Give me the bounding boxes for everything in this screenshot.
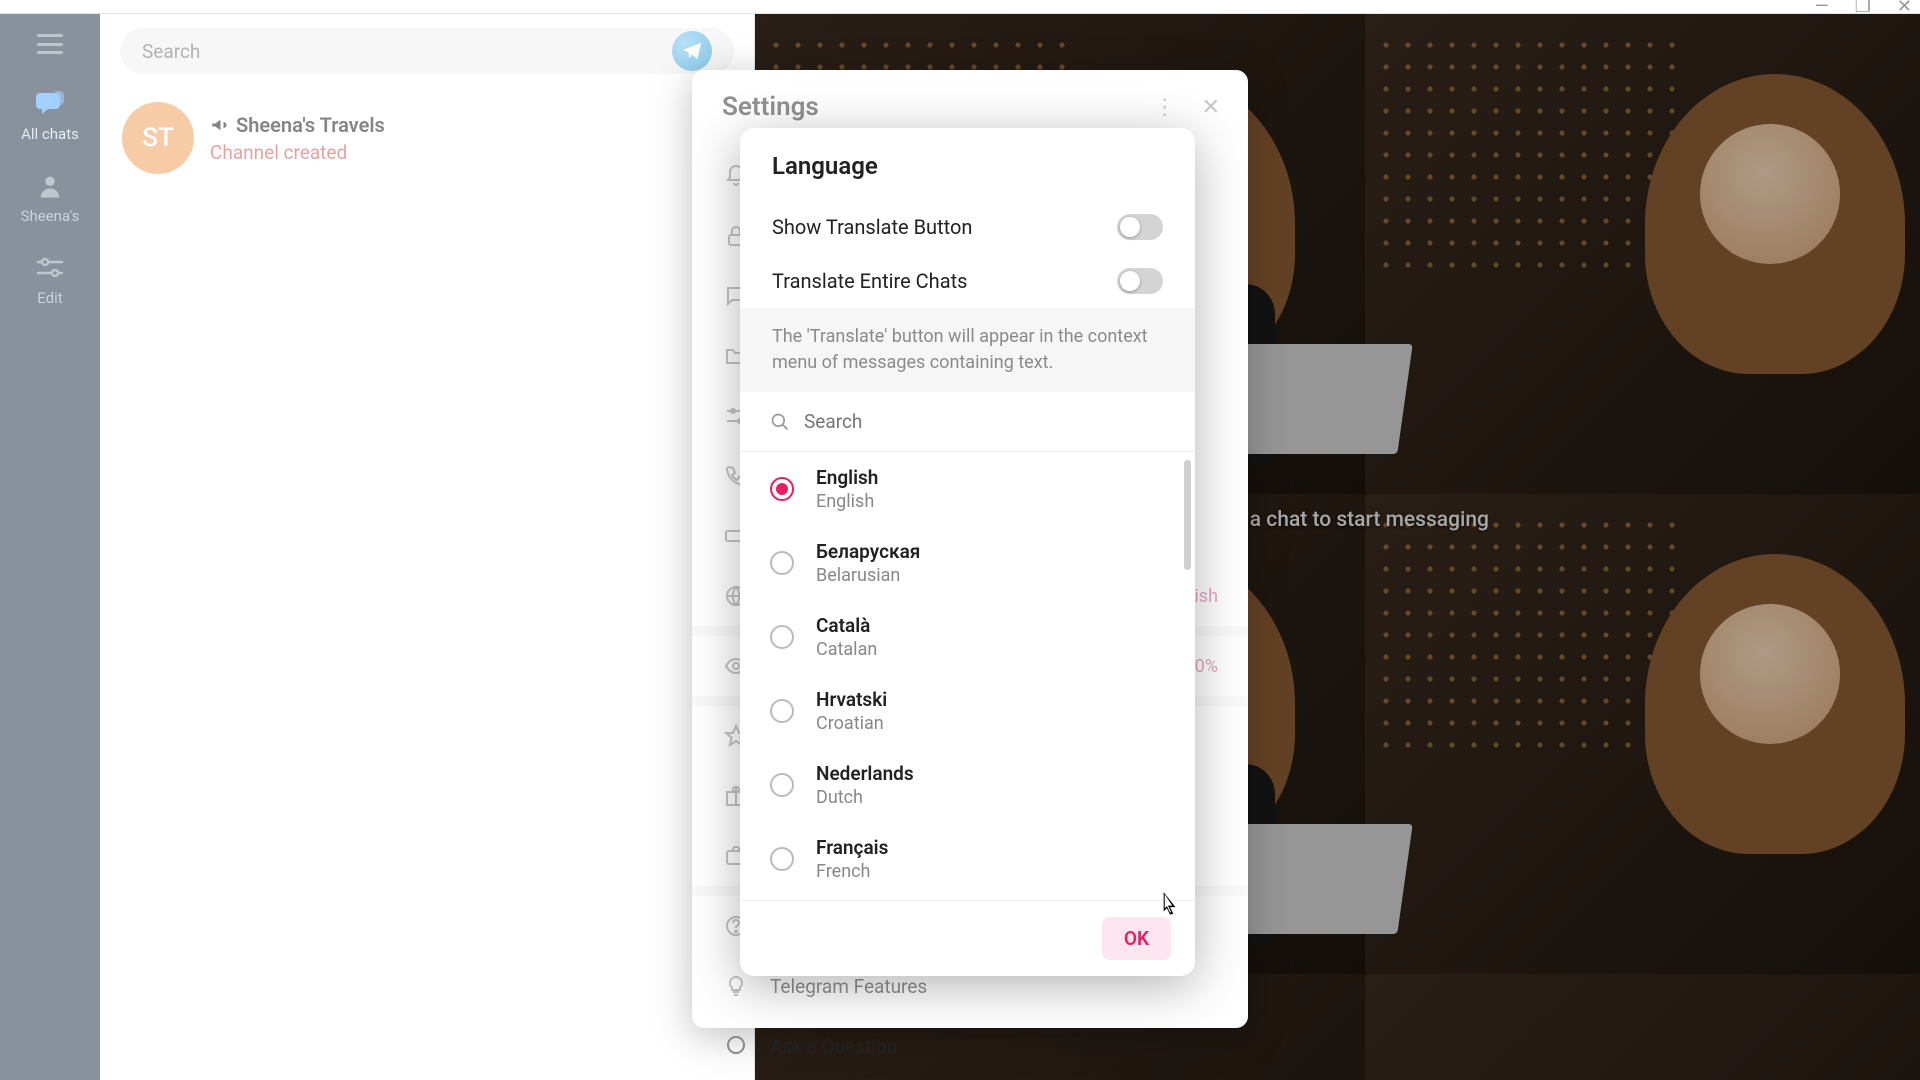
language-option[interactable]: Hrvatski Croatian <box>740 674 1195 748</box>
close-icon[interactable]: ✕ <box>1202 95 1220 120</box>
ok-button[interactable]: OK <box>1102 917 1171 960</box>
language-option[interactable]: Català Catalan <box>740 600 1195 674</box>
toggle-label: Show Translate Button <box>772 215 972 239</box>
user-icon <box>35 171 65 201</box>
hamburger-menu[interactable] <box>37 34 63 54</box>
radio-button[interactable] <box>770 773 794 797</box>
language-english-name: Dutch <box>816 787 914 808</box>
language-option[interactable]: English English <box>740 452 1195 526</box>
settings-ask[interactable]: Ask a Question <box>692 1016 1248 1076</box>
rail-label: Sheena's <box>21 207 80 225</box>
settings-title: Settings <box>722 92 819 122</box>
toggle-label: Translate Entire Chats <box>772 269 967 293</box>
language-native-name: Français <box>816 836 888 859</box>
language-native-name: Català <box>816 614 877 637</box>
telegram-logo-icon <box>672 31 712 71</box>
search-input[interactable] <box>142 40 660 63</box>
radio-button[interactable] <box>770 625 794 649</box>
language-search-input[interactable] <box>804 410 1165 433</box>
language-option[interactable]: Français French <box>740 822 1195 896</box>
scrollbar-thumb[interactable] <box>1184 460 1191 570</box>
radio-button[interactable] <box>770 847 794 871</box>
language-english-name: Croatian <box>816 713 887 734</box>
radio-button[interactable] <box>770 477 794 501</box>
rail-label: Edit <box>37 289 62 307</box>
language-english-name: English <box>816 491 878 512</box>
rail-all-chats[interactable]: All chats <box>21 89 79 143</box>
toggle-translate-chats[interactable]: Translate Entire Chats <box>740 254 1195 308</box>
language-english-name: French <box>816 861 888 882</box>
chat-list-column: ST Sheena's Travels 9: Channel created <box>100 14 755 1080</box>
language-modal: Language Show Translate Button Translate… <box>740 128 1195 976</box>
language-option[interactable]: Беларуская Belarusian <box>740 526 1195 600</box>
language-native-name: Hrvatski <box>816 688 887 711</box>
rail-sheenas[interactable]: Sheena's <box>21 171 80 225</box>
chat-subtitle: Channel created <box>210 141 732 164</box>
message-icon <box>722 1032 750 1060</box>
chat-avatar: ST <box>122 102 194 174</box>
megaphone-icon <box>210 116 228 134</box>
toggle-switch[interactable] <box>1117 214 1163 240</box>
chat-entry[interactable]: ST Sheena's Travels 9: Channel created <box>100 88 754 188</box>
left-rail: All chats Sheena's Edit <box>0 14 100 1080</box>
kebab-menu-icon[interactable]: ⋮ <box>1154 95 1176 120</box>
language-search[interactable] <box>740 392 1195 452</box>
toggle-switch-locked[interactable] <box>1117 268 1163 294</box>
toggle-show-translate[interactable]: Show Translate Button <box>740 200 1195 254</box>
language-native-name: Nederlands <box>816 762 914 785</box>
rail-label: All chats <box>21 125 79 143</box>
chat-bubbles-icon <box>35 89 65 119</box>
language-option[interactable]: Nederlands Dutch <box>740 748 1195 822</box>
radio-button[interactable] <box>770 699 794 723</box>
language-english-name: Catalan <box>816 639 877 660</box>
language-list[interactable]: English English Беларуская Belarusian Ca… <box>740 452 1195 900</box>
sliders-icon <box>35 253 65 283</box>
window-titlebar: — ❐ ✕ <box>0 0 1920 14</box>
translate-info-text: The 'Translate' button will appear in th… <box>740 308 1195 392</box>
language-modal-title: Language <box>740 128 1195 200</box>
search-bar[interactable] <box>120 28 734 74</box>
chat-title: Sheena's Travels <box>210 113 385 137</box>
rail-edit[interactable]: Edit <box>35 253 65 307</box>
radio-button[interactable] <box>770 551 794 575</box>
language-english-name: Belarusian <box>816 565 920 586</box>
search-icon <box>770 412 790 432</box>
bulb-icon <box>722 972 750 1000</box>
language-native-name: English <box>816 466 878 489</box>
language-native-name: Беларуская <box>816 540 920 563</box>
